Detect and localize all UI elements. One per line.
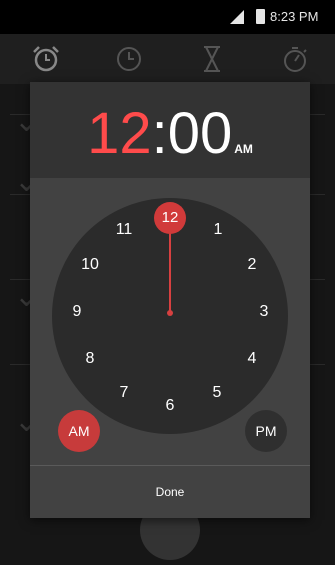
stopwatch-icon[interactable] (279, 44, 311, 74)
hour-10[interactable]: 10 (75, 255, 105, 275)
hour-3[interactable]: 3 (249, 302, 279, 322)
hour-9[interactable]: 9 (62, 302, 92, 322)
status-bar: 8:23 PM (0, 0, 335, 34)
time-picker-dialog: 12:00 AM 12 1 2 3 4 5 6 7 8 9 10 11 AM PM… (30, 82, 310, 518)
clock-icon[interactable] (113, 44, 145, 74)
tab-bar (0, 34, 335, 84)
hour-display[interactable]: 12 (87, 101, 152, 166)
alarm-icon[interactable] (30, 44, 62, 74)
time-display: 12:00 AM (30, 100, 310, 167)
battery-icon (256, 9, 265, 24)
hour-5[interactable]: 5 (202, 383, 232, 403)
time-separator: : (151, 101, 168, 166)
status-time: 8:23 PM (270, 9, 319, 24)
minute-display[interactable]: 00 (168, 101, 233, 166)
hour-6[interactable]: 6 (155, 396, 185, 416)
time-header: 12:00 AM (30, 82, 310, 178)
done-button[interactable]: Done (30, 466, 310, 518)
hour-7[interactable]: 7 (109, 383, 139, 403)
pm-button[interactable]: PM (245, 410, 287, 452)
hour-12-selected[interactable]: 12 (154, 202, 186, 234)
am-button[interactable]: AM (58, 410, 100, 452)
clock-center (167, 310, 173, 316)
timer-icon[interactable] (196, 44, 228, 74)
hour-11[interactable]: 11 (109, 220, 139, 240)
clock-hand (169, 231, 171, 313)
hour-2[interactable]: 2 (237, 255, 267, 275)
hour-4[interactable]: 4 (237, 349, 267, 369)
signal-icon (230, 10, 244, 24)
period-display[interactable]: AM (234, 142, 253, 156)
hour-1[interactable]: 1 (203, 220, 233, 240)
hour-8[interactable]: 8 (75, 349, 105, 369)
